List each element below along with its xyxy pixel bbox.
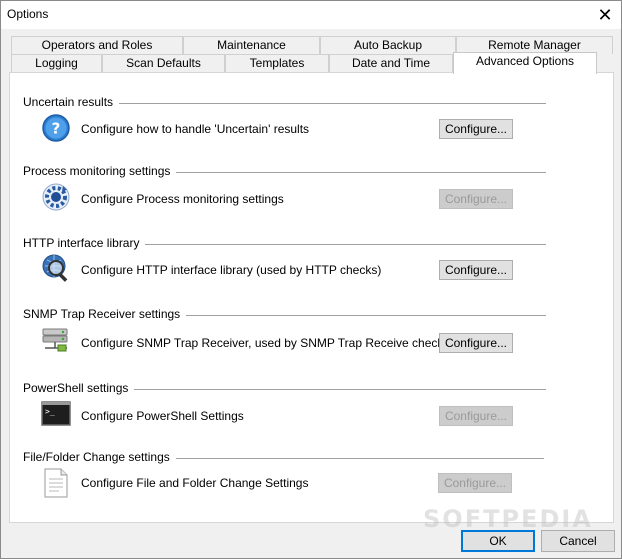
group-http-interface: HTTP interface library Configure HTTP in… — [10, 236, 613, 296]
setting-description: Configure SNMP Trap Receiver, used by SN… — [81, 336, 450, 350]
group-title: PowerShell settings — [23, 381, 135, 395]
tab-scan-defaults[interactable]: Scan Defaults — [102, 54, 225, 72]
svg-text:>_: >_ — [45, 407, 55, 416]
tab-auto-backup[interactable]: Auto Backup — [320, 36, 456, 54]
group-title: Process monitoring settings — [23, 164, 177, 178]
group-title: File/Folder Change settings — [23, 450, 176, 464]
options-window: Options ✕ Operators and Roles Maintenanc… — [0, 0, 622, 559]
globe-magnifier-icon — [41, 253, 71, 283]
configure-snmp-button[interactable]: Configure... — [439, 333, 513, 353]
setting-description: Configure Process monitoring settings — [81, 192, 284, 206]
setting-description: Configure how to handle 'Uncertain' resu… — [81, 122, 310, 136]
group-title: Uncertain results — [23, 95, 120, 109]
group-title: HTTP interface library — [23, 236, 146, 250]
configure-process-button[interactable]: Configure... — [439, 189, 513, 209]
group-snmp-trap: SNMP Trap Receiver settings Configure SN… — [10, 307, 613, 367]
setting-description: Configure HTTP interface library (used b… — [81, 263, 382, 277]
tab-operators-and-roles[interactable]: Operators and Roles — [11, 36, 183, 54]
configure-powershell-button[interactable]: Configure... — [439, 406, 513, 426]
close-icon: ✕ — [597, 4, 613, 26]
svg-text:?: ? — [52, 120, 61, 138]
group-process-monitoring: Process monitoring settings Configure Pr… — [10, 164, 613, 224]
group-uncertain-results: Uncertain results ? Configure how to han… — [10, 95, 613, 155]
tab-date-and-time[interactable]: Date and Time — [329, 54, 453, 72]
setting-description: Configure File and Folder Change Setting… — [81, 476, 309, 490]
question-icon: ? — [41, 113, 71, 143]
tab-logging[interactable]: Logging — [11, 54, 102, 72]
configure-uncertain-button[interactable]: Configure... — [439, 119, 513, 139]
watermark: SOFTPEDIA — [423, 505, 593, 533]
close-button[interactable]: ✕ — [589, 1, 621, 29]
configure-file-folder-button[interactable]: Configure... — [438, 473, 512, 493]
tab-templates[interactable]: Templates — [225, 54, 329, 72]
setting-description: Configure PowerShell Settings — [81, 409, 244, 423]
window-title: Options — [7, 7, 49, 21]
configure-http-button[interactable]: Configure... — [439, 260, 513, 280]
advanced-options-panel: Uncertain results ? Configure how to han… — [9, 72, 614, 523]
group-powershell: PowerShell settings >_ Configure PowerSh… — [10, 381, 613, 441]
tab-maintenance[interactable]: Maintenance — [183, 36, 320, 54]
tab-advanced-options[interactable]: Advanced Options — [453, 52, 597, 74]
network-server-icon — [41, 326, 71, 356]
console-icon: >_ — [41, 399, 71, 429]
ok-button[interactable]: OK — [461, 530, 535, 552]
cancel-button[interactable]: Cancel — [541, 530, 615, 552]
document-icon — [41, 468, 71, 498]
tab-row-front: Logging Scan Defaults Templates Date and… — [11, 52, 614, 74]
group-title: SNMP Trap Receiver settings — [23, 307, 187, 321]
process-gear-icon — [41, 182, 71, 212]
title-bar[interactable]: Options ✕ — [1, 1, 621, 29]
